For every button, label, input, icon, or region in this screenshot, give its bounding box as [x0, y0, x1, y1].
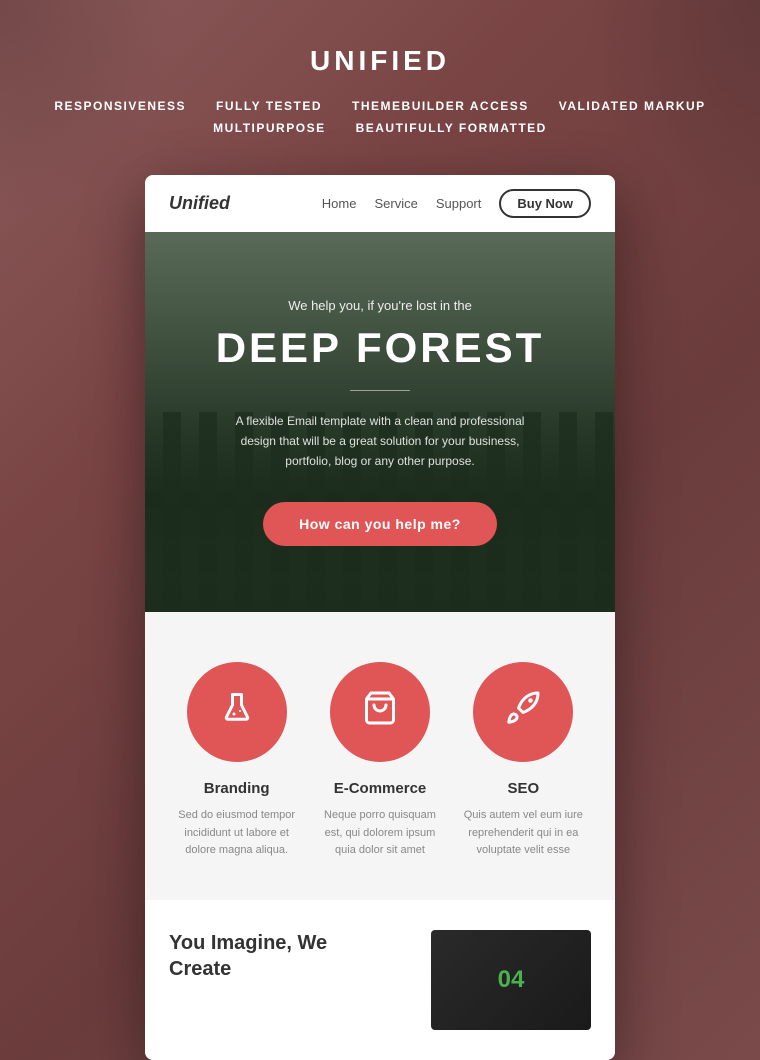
feature-multipurpose: MULTIPURPOSE — [213, 121, 325, 135]
nav-home[interactable]: Home — [322, 196, 357, 211]
site-title: UNIFIED — [20, 45, 740, 77]
nav-bar: Unified Home Service Support Buy Now — [145, 175, 615, 232]
bottom-image-number: 04 — [498, 966, 525, 994]
service-seo-icon-circle — [473, 662, 573, 762]
bag-icon — [362, 690, 398, 734]
hero-subtitle: We help you, if you're lost in the — [216, 298, 545, 313]
services-section: Branding Sed do eiusmod tempor incididun… — [145, 612, 615, 900]
nav-links: Home Service Support Buy Now — [322, 189, 591, 218]
hero-description: A flexible Email template with a clean a… — [230, 411, 530, 472]
hero-content: We help you, if you're lost in the DEEP … — [216, 298, 545, 545]
bottom-section: You Imagine, We Create 04 — [145, 900, 615, 1060]
service-seo: SEO Quis autem vel eum iure reprehenderi… — [462, 662, 585, 860]
service-branding-title: Branding — [204, 780, 270, 797]
rocket-icon — [505, 690, 541, 734]
bottom-image: 04 — [431, 930, 591, 1030]
nav-support[interactable]: Support — [436, 196, 482, 211]
services-grid: Branding Sed do eiusmod tempor incididun… — [175, 662, 585, 860]
feature-responsiveness: RESPONSIVENESS — [54, 99, 186, 113]
bottom-title-line2: Create — [169, 958, 231, 980]
feature-validated: VALIDATED MARKUP — [559, 99, 706, 113]
hero-divider — [350, 390, 410, 391]
service-ecommerce-icon-circle — [330, 662, 430, 762]
nav-service[interactable]: Service — [374, 196, 417, 211]
hero-title: DEEP FOREST — [216, 325, 545, 371]
hero-cta-button[interactable]: How can you help me? — [263, 502, 497, 546]
bottom-text: You Imagine, We Create — [169, 930, 411, 982]
nav-buy-button[interactable]: Buy Now — [499, 189, 591, 218]
nav-logo: Unified — [169, 193, 230, 214]
bottom-title-line1: You Imagine, We — [169, 932, 327, 954]
service-seo-title: SEO — [507, 780, 539, 797]
features-list: RESPONSIVENESS FULLY TESTED THEMEBUILDER… — [20, 99, 740, 135]
service-branding: Branding Sed do eiusmod tempor incididun… — [175, 662, 298, 860]
service-ecommerce: E-Commerce Neque porro quisquam est, qui… — [318, 662, 441, 860]
preview-card: Unified Home Service Support Buy Now We … — [145, 175, 615, 1060]
feature-beautifully: BEAUTIFULLY FORMATTED — [356, 121, 547, 135]
hero-section: We help you, if you're lost in the DEEP … — [145, 232, 615, 612]
bottom-title: You Imagine, We Create — [169, 930, 411, 982]
header-section: UNIFIED RESPONSIVENESS FULLY TESTED THEM… — [0, 0, 760, 165]
service-branding-desc: Sed do eiusmod tempor incididunt ut labo… — [175, 807, 298, 860]
service-branding-icon-circle — [187, 662, 287, 762]
flask-icon — [219, 690, 255, 734]
service-seo-desc: Quis autem vel eum iure reprehenderit qu… — [462, 807, 585, 860]
service-ecommerce-title: E-Commerce — [334, 780, 427, 797]
service-ecommerce-desc: Neque porro quisquam est, qui dolorem ip… — [318, 807, 441, 860]
feature-fully-tested: FULLY TESTED — [216, 99, 322, 113]
feature-themebuilder: THEMEBUILDER ACCESS — [352, 99, 529, 113]
